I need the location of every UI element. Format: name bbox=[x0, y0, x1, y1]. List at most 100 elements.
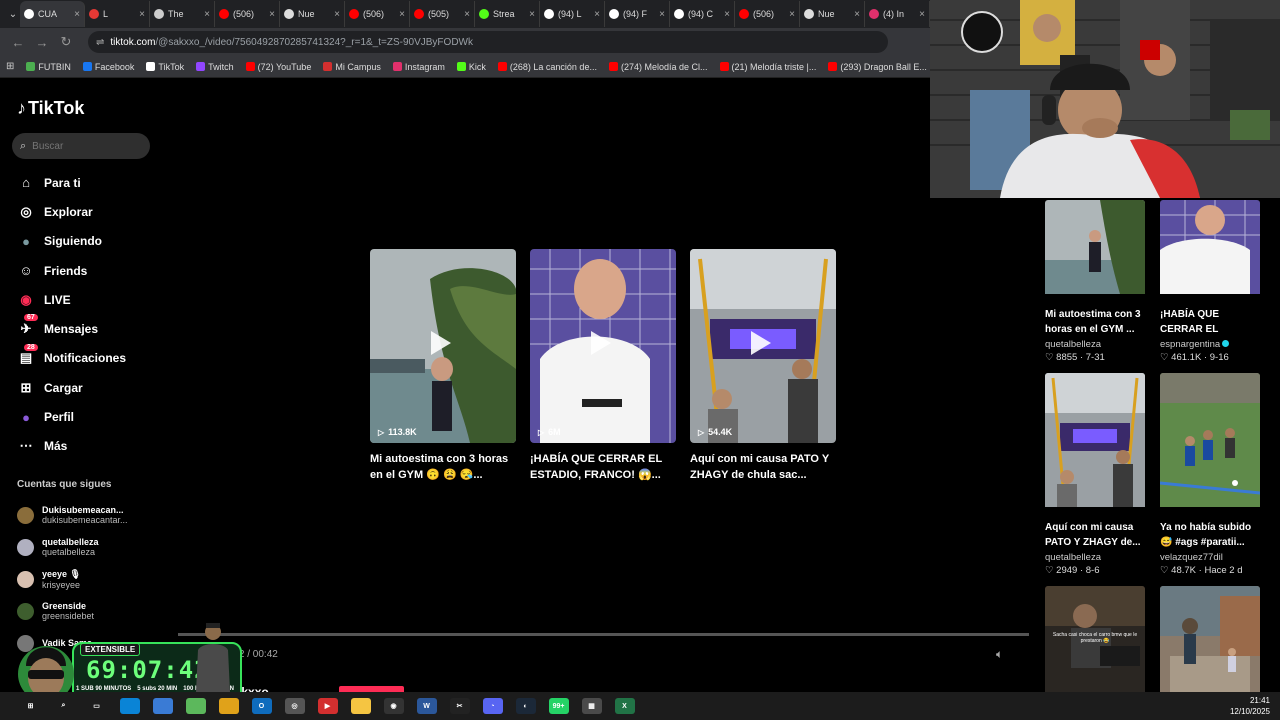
video-title[interactable]: Mi autoestima con 3 horas en el GYM 🙃 😩 … bbox=[370, 451, 516, 483]
video-thumbnail[interactable]: ▷ 113.8K bbox=[370, 249, 516, 443]
excel-icon[interactable]: X bbox=[614, 698, 635, 714]
close-tab-icon[interactable]: × bbox=[854, 9, 860, 20]
calculator-icon[interactable]: ▦ bbox=[581, 698, 602, 714]
following-account[interactable]: Greenside greensidebet bbox=[17, 595, 142, 627]
close-tab-icon[interactable]: × bbox=[724, 9, 730, 20]
sidebar-item-friends[interactable]: ☺ Friends bbox=[16, 256, 126, 285]
recommended-title[interactable]: Aquí con mi causa PATO Y ZHAGY de... bbox=[1045, 520, 1145, 550]
recommended-card[interactable]: ¡HABÍA QUE CERRAR EL ESTADIO,... espnarg… bbox=[1160, 200, 1260, 363]
browser-tab[interactable]: L × bbox=[85, 1, 150, 27]
sidebar-item-live[interactable]: ◉ LIVE bbox=[16, 285, 126, 314]
close-tab-icon[interactable]: × bbox=[204, 9, 210, 20]
browser-tab[interactable]: (506) × bbox=[215, 1, 280, 27]
sidebar-item-para-ti[interactable]: ⌂ Para ti bbox=[16, 168, 126, 197]
browser-tab[interactable]: (94) C × bbox=[670, 1, 735, 27]
bookmark-item[interactable]: Kick bbox=[456, 62, 486, 72]
bookmark-item[interactable]: (293) Dragon Ball E... bbox=[828, 62, 927, 72]
greenshot-icon[interactable] bbox=[185, 698, 206, 714]
recommended-card[interactable]: Aquí con mi causa PATO Y ZHAGY de... que… bbox=[1045, 373, 1145, 576]
recommended-thumbnail[interactable] bbox=[1160, 586, 1260, 697]
recommended-thumbnail[interactable] bbox=[1160, 200, 1260, 299]
sidebar-item-explorar[interactable]: ◎ Explorar bbox=[16, 197, 126, 226]
recommended-author[interactable]: espnargentina bbox=[1160, 339, 1260, 350]
capcut-icon[interactable]: ✂ bbox=[449, 698, 470, 714]
start-icon[interactable]: ⊞ bbox=[20, 698, 41, 714]
search-box[interactable]: ⌕ bbox=[12, 133, 150, 159]
chrome-icon[interactable] bbox=[218, 698, 239, 714]
sidebar-item-perfil[interactable]: ● Perfil bbox=[16, 402, 126, 431]
close-tab-icon[interactable]: × bbox=[529, 9, 535, 20]
system-clock[interactable]: 21:41 12/10/2025 bbox=[1230, 695, 1270, 717]
video-thumbnail[interactable]: ▷ 6M bbox=[530, 249, 676, 443]
close-tab-icon[interactable]: × bbox=[789, 9, 795, 20]
following-account[interactable]: yeeye 🎙 krisyeyee bbox=[17, 563, 142, 595]
browser-tab[interactable]: (94) L × bbox=[540, 1, 605, 27]
close-tab-icon[interactable]: × bbox=[399, 9, 405, 20]
recommended-card[interactable]: Mi autoestima con 3 horas en el GYM ... … bbox=[1045, 200, 1145, 363]
recommended-card[interactable] bbox=[1160, 586, 1260, 697]
video-card[interactable]: ▷ 54.4K Aquí con mi causa PATO Y ZHAGY de… bbox=[690, 249, 836, 483]
steam-icon[interactable]: ◐ bbox=[515, 698, 536, 714]
recommended-thumbnail[interactable] bbox=[1160, 373, 1260, 512]
bookmark-item[interactable]: (21) Melodía triste |... bbox=[719, 62, 816, 72]
bookmark-item[interactable]: Twitch bbox=[196, 62, 234, 72]
recommended-author[interactable]: quetalbelleza bbox=[1045, 552, 1145, 563]
browser-tab[interactable]: (94) F × bbox=[605, 1, 670, 27]
word-icon[interactable]: W bbox=[416, 698, 437, 714]
recommended-title[interactable]: Mi autoestima con 3 horas en el GYM ... bbox=[1045, 307, 1145, 337]
recommended-thumbnail[interactable]: Sacha casi choca el carro bmw que le pre… bbox=[1045, 586, 1145, 697]
copilot-icon[interactable]: ◎ bbox=[284, 698, 305, 714]
reload-icon[interactable]: ↻ bbox=[54, 34, 78, 50]
browser-tab[interactable]: (505) × bbox=[410, 1, 475, 27]
bookmark-item[interactable]: (274) Melodía de Cl... bbox=[608, 62, 708, 72]
browser-tab[interactable]: Strea × bbox=[475, 1, 540, 27]
recommended-thumbnail[interactable] bbox=[1045, 200, 1145, 299]
bookmark-item[interactable]: FUTBIN bbox=[26, 62, 71, 72]
recommended-card[interactable]: Sacha casi choca el carro bmw que le pre… bbox=[1045, 586, 1145, 697]
address-bar[interactable]: ⇌ tiktok.com /@sakxxo_/video/75604928702… bbox=[88, 31, 888, 53]
tiktok-logo[interactable]: ♪ TikTok bbox=[17, 98, 84, 119]
recommended-title[interactable]: ¡HABÍA QUE CERRAR EL ESTADIO,... bbox=[1160, 307, 1260, 337]
bookmark-item[interactable]: (72) YouTube bbox=[245, 62, 311, 72]
streamlabs-icon[interactable]: ▶ bbox=[317, 698, 338, 714]
sidebar-item-notificaciones[interactable]: ▤ Notificaciones 28 bbox=[16, 343, 126, 373]
site-info-icon[interactable]: ⇌ bbox=[96, 37, 104, 48]
video-card[interactable]: ▷ 113.8K Mi autoestima con 3 horas en el … bbox=[370, 249, 516, 483]
close-tab-icon[interactable]: × bbox=[659, 9, 665, 20]
close-tab-icon[interactable]: × bbox=[919, 9, 925, 20]
search-icon[interactable]: ⌕ bbox=[53, 698, 74, 714]
browser-tab[interactable]: (4) In × bbox=[865, 1, 930, 27]
bookmark-item[interactable]: Mi Campus bbox=[323, 62, 381, 72]
close-tab-icon[interactable]: × bbox=[74, 9, 80, 20]
outlook-icon[interactable]: O bbox=[251, 698, 272, 714]
edge-icon[interactable] bbox=[119, 698, 140, 714]
recommended-title[interactable]: Ya no había subido 😅 #ags #paratii... bbox=[1160, 520, 1260, 550]
sidebar-item-m-s[interactable]: ⋯ Más bbox=[16, 432, 126, 461]
bookmark-item[interactable]: Facebook bbox=[82, 62, 134, 72]
recommended-author[interactable]: velazquez77dil bbox=[1160, 552, 1260, 563]
volume-icon[interactable]: 🔈︎ bbox=[996, 647, 1003, 662]
apps-icon[interactable]: ⊞ bbox=[6, 61, 14, 72]
bookmark-item[interactable]: Instagram bbox=[392, 62, 445, 72]
sidebar-item-siguiendo[interactable]: ● Siguiendo bbox=[16, 227, 126, 256]
bookmark-item[interactable]: (268) La canción de... bbox=[497, 62, 597, 72]
browser-tab[interactable]: The × bbox=[150, 1, 215, 27]
recommended-card[interactable]: Ya no había subido 😅 #ags #paratii... ve… bbox=[1160, 373, 1260, 576]
sidebar-item-mensajes[interactable]: ✈ Mensajes 67 bbox=[16, 314, 126, 343]
following-account[interactable]: quetalbelleza quetalbelleza bbox=[17, 531, 142, 563]
sidebar-item-cargar[interactable]: ⊞ Cargar bbox=[16, 373, 126, 402]
video-thumbnail[interactable]: ▷ 54.4K bbox=[690, 249, 836, 443]
search-input[interactable] bbox=[32, 140, 133, 152]
discord-icon[interactable]: ◔ bbox=[482, 698, 503, 714]
close-tab-icon[interactable]: × bbox=[464, 9, 470, 20]
following-account[interactable]: Dukisubemeacan... dukisubemeacantar... bbox=[17, 499, 142, 531]
browser-tab[interactable]: (506) × bbox=[735, 1, 800, 27]
file-explorer-icon[interactable] bbox=[350, 698, 371, 714]
back-icon[interactable]: ← bbox=[6, 35, 30, 50]
store-icon[interactable] bbox=[152, 698, 173, 714]
task-view-icon[interactable]: ▭ bbox=[86, 698, 107, 714]
recommended-author[interactable]: quetalbelleza bbox=[1045, 339, 1145, 350]
bookmark-item[interactable]: TikTok bbox=[146, 62, 184, 72]
whatsapp-icon[interactable]: 99+ bbox=[548, 698, 569, 714]
close-tab-icon[interactable]: × bbox=[139, 9, 145, 20]
